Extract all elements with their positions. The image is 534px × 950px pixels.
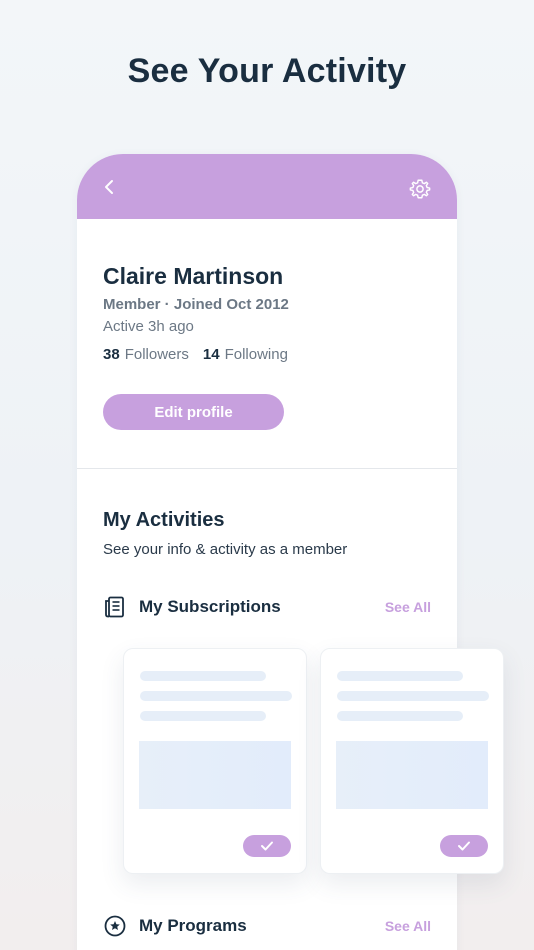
check-button[interactable] <box>243 835 291 857</box>
placeholder-line <box>337 671 463 681</box>
subscription-card[interactable] <box>320 648 504 874</box>
following-count: 14 <box>202 346 220 363</box>
placeholder-line <box>140 671 266 681</box>
profile-section: Claire Martinson Member · Joined Oct 201… <box>77 219 457 430</box>
app-header <box>77 154 457 219</box>
following-link[interactable]: 14 Following <box>203 346 288 363</box>
followers-label: Followers <box>124 346 189 363</box>
followers-link[interactable]: 38 Followers <box>103 346 189 363</box>
activities-title: My Activities <box>103 509 225 531</box>
placeholder-image <box>139 741 291 809</box>
placeholder-line <box>140 691 292 701</box>
placeholder-image <box>336 741 488 809</box>
activities-subtitle: See your info & activity as a member <box>103 541 348 558</box>
gear-icon <box>409 179 431 199</box>
placeholder-line <box>337 711 463 721</box>
newspaper-icon <box>105 596 124 618</box>
star-circle-icon <box>104 915 126 937</box>
check-button[interactable] <box>440 835 488 857</box>
membership-info: Member · Joined Oct 2012 <box>103 296 289 313</box>
following-label: Following <box>224 346 288 363</box>
subscriptions-label: My Subscriptions <box>139 597 281 616</box>
settings-button[interactable] <box>409 178 431 200</box>
edit-profile-button[interactable]: Edit profile <box>103 394 284 430</box>
active-status: Active 3h ago <box>103 318 194 335</box>
chevron-left-icon <box>105 180 113 194</box>
profile-name: Claire Martinson <box>103 263 284 289</box>
follow-stats: 38 Followers 14 Following <box>103 346 431 363</box>
check-icon <box>261 841 273 851</box>
programs-header: My Programs See All <box>103 914 431 938</box>
placeholder-line <box>140 711 266 721</box>
hero-title: See Your Activity <box>127 52 407 90</box>
back-button[interactable] <box>99 176 121 198</box>
subscriptions-header: My Subscriptions See All <box>103 595 431 619</box>
check-icon <box>458 841 470 851</box>
placeholder-line <box>337 691 489 701</box>
activities-section: My Activities See your info & activity a… <box>77 469 457 619</box>
programs-label: My Programs <box>139 916 247 935</box>
subscription-card[interactable] <box>123 648 307 874</box>
subscriptions-see-all-link[interactable]: See All <box>385 599 431 615</box>
followers-count: 38 <box>103 346 120 363</box>
programs-see-all-link[interactable]: See All <box>385 918 431 934</box>
